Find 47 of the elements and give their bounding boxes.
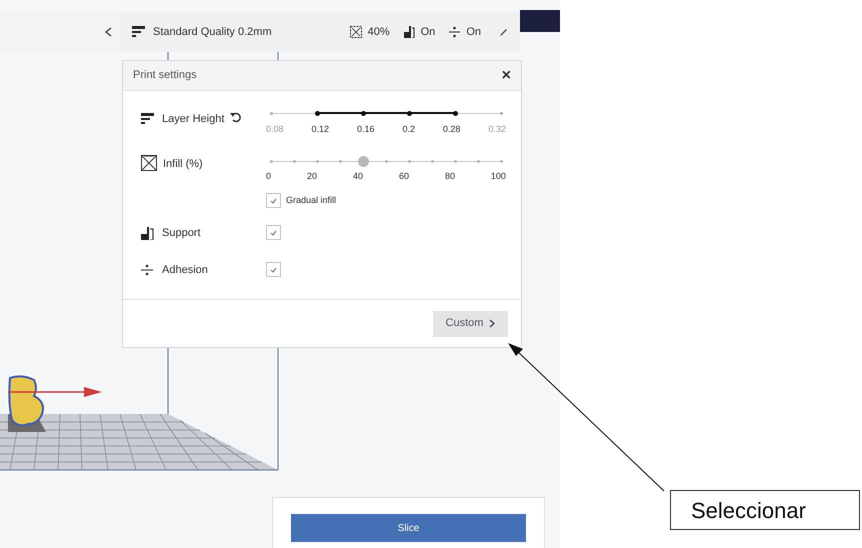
layer-height-label: Layer Height [162,112,224,127]
tick-label: 0.32 [488,123,506,136]
checkbox[interactable] [266,225,281,240]
layer-lines-icon [132,26,145,38]
infill-value: 40% [368,24,390,40]
infill-icon [350,26,362,38]
tick-label: 0 [266,170,272,183]
pencil-icon[interactable] [499,28,508,36]
infill-icon [141,155,157,171]
tick-label: 0.2 [402,123,415,136]
layer-lines-icon [141,113,154,125]
adhesion-icon [449,26,460,38]
chevron-right-icon [489,319,496,328]
panel-title: Print settings [133,68,198,84]
infill-label: Infill (%) [163,157,203,172]
back-chevron-icon[interactable] [105,27,112,37]
tick-label: 40 [352,170,363,183]
reset-icon[interactable] [230,112,242,123]
adhesion-icon [141,264,153,276]
checkbox[interactable] [266,262,281,277]
support-icon [141,226,154,240]
model-drawing [8,374,48,434]
support-icon [404,26,415,38]
check-icon [270,266,277,272]
tick-label: 0.16 [356,123,374,136]
support-label: Support [162,226,201,241]
close-button[interactable]: × [502,68,511,84]
support-value: On [420,24,436,40]
checkbox[interactable] [266,193,281,208]
slice-button[interactable]: Slice [291,514,526,542]
tick-label: 20 [306,170,317,183]
adhesion-value: On [466,24,481,40]
tick-label: 60 [398,170,409,183]
window-header-bar [520,10,560,32]
gradual-infill-label: Gradual infill [286,194,336,207]
check-icon [270,198,277,204]
slider-handle[interactable] [358,156,369,167]
profile-name: Standard Quality 0.2mm [153,24,272,40]
adhesion-label: Adhesion [162,263,208,278]
check-icon [270,230,277,236]
tick-label: 80 [444,170,455,183]
tick-label: 100 [490,170,506,183]
callout-label: Seleccionar [670,490,860,530]
tick-label: 0.08 [266,123,284,136]
tick-label: 0.12 [311,123,330,136]
tick-label: 0.28 [442,123,460,136]
custom-button[interactable]: Custom [433,310,508,336]
